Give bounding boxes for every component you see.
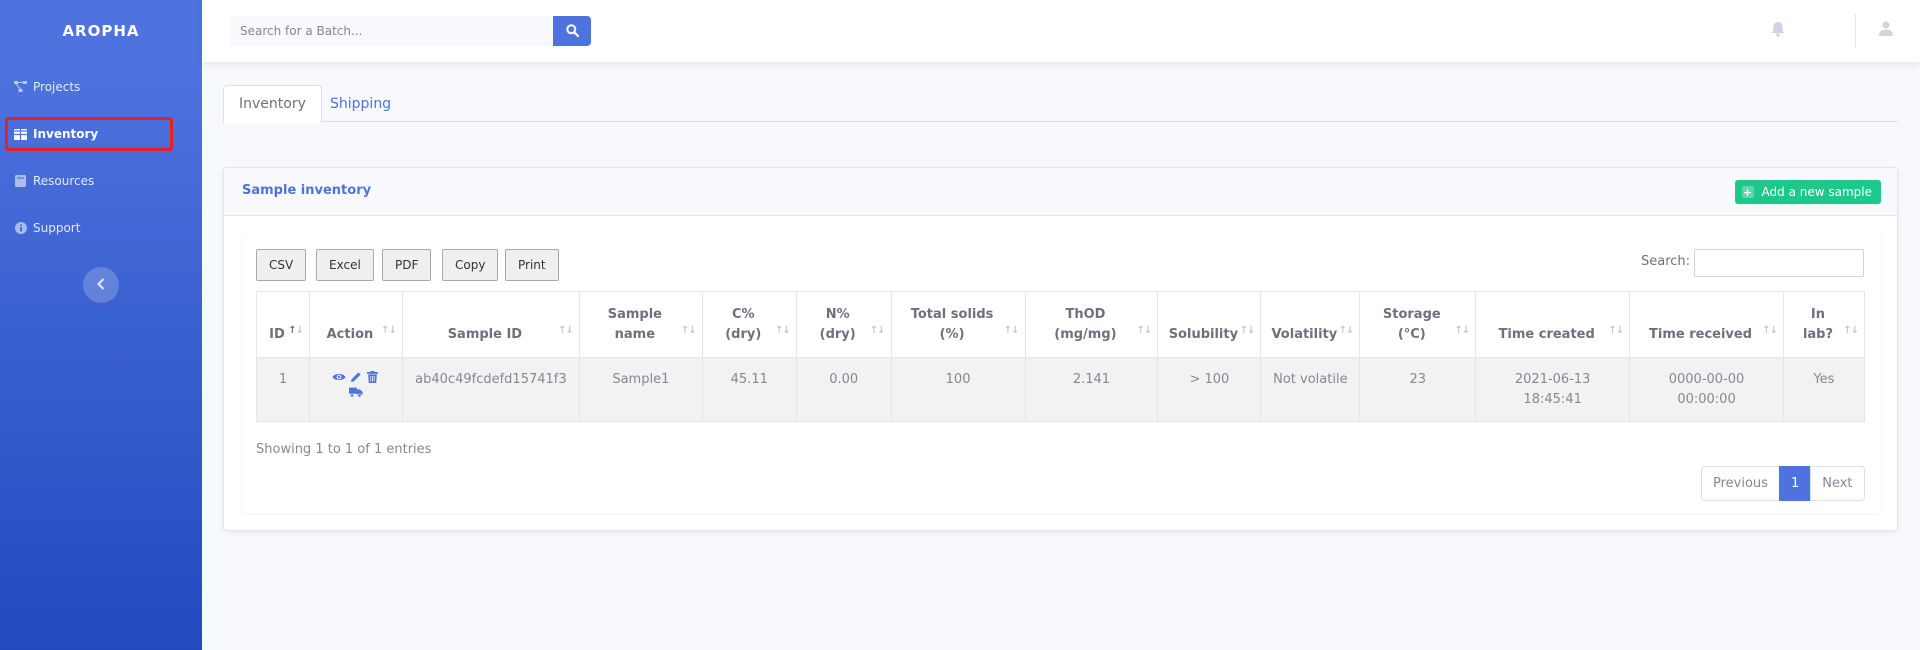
sidebar-item-label: Resources [33,174,95,188]
column-header-n-dry[interactable]: N% (dry) ↑↓ [795,291,892,358]
topbar [202,0,1920,62]
tab-inventory[interactable]: Inventory [223,85,322,123]
csv-button[interactable]: CSV [256,249,307,281]
add-sample-label: Add a new sample [1761,185,1872,199]
sidebar-item-support[interactable]: Support [14,221,80,235]
eye-icon[interactable] [332,370,346,384]
pagination-previous[interactable]: Previous [1701,466,1780,501]
pencil-icon[interactable] [349,370,363,384]
topbar-divider [1855,14,1856,48]
table-search-label: Search: [1641,254,1691,269]
sidebar-item-projects[interactable]: Projects [14,80,80,94]
table-info: Showing 1 to 1 of 1 entries [256,442,432,457]
sample-inventory-card: Sample inventory + Add a new sample CSV … [223,167,1898,531]
pagination: Previous 1 Next [1701,466,1865,501]
column-header-in-lab[interactable]: In lab? ↑↓ [1782,291,1866,358]
sort-icon: ↑↓ [1003,325,1020,336]
cell-n-dry: 0.00 [795,357,892,422]
excel-button[interactable]: Excel [316,249,374,281]
cell-sample-id: ab40c49fcdefd15741f3 [401,357,580,422]
sort-icon: ↑↓ [381,325,397,336]
batch-search [230,16,591,46]
table-header-row: ID ↑↓ Action ↑↓ Sample ID ↑↓ Sample name ↑↓ C… [256,291,1866,358]
tab-shipping[interactable]: Shipping [315,85,406,122]
pagination-next[interactable]: Next [1810,466,1865,501]
sidebar-item-label: Projects [33,80,81,94]
column-header-total-solids[interactable]: Total solids (%) ↑↓ [890,291,1026,358]
inventory-tabs: Inventory Shipping [223,85,1898,123]
sort-icon: ↑↓ [774,325,791,336]
sidebar: AROPHA Projects Inventory Resources Supp… [0,0,202,650]
cell-total-solids: 100 [890,357,1026,422]
column-header-time-created[interactable]: Time created ↑↓ [1475,291,1631,358]
chevron-left-icon [97,276,105,294]
datatable-wrapper: CSV Excel PDF Copy Print Search: ID ↑↓ Ac… [242,234,1881,513]
column-header-thod[interactable]: ThOD (mg/mg) ↑↓ [1024,291,1159,358]
add-sample-button[interactable]: + Add a new sample [1734,180,1881,204]
inventory-table: ID ↑↓ Action ↑↓ Sample ID ↑↓ Sample name ↑↓ C… [256,291,1866,422]
sidebar-item-resources[interactable]: Resources [14,174,94,188]
project-diagram-icon [14,81,27,93]
sort-icon: ↑↓ [1454,325,1470,336]
sort-icon: ↑↓ [1136,325,1153,336]
book-icon [14,175,27,187]
sidebar-item-label: Support [33,221,81,235]
card-header: Sample inventory + Add a new sample [224,168,1897,216]
cell-actions [308,357,403,422]
pagination-page-1[interactable]: 1 [1778,466,1812,501]
sidebar-toggle-button[interactable] [83,267,119,303]
sort-ascending-icon: ↑↓ [288,325,304,336]
sort-icon: ↑↓ [869,325,886,336]
truck-icon[interactable] [348,385,363,399]
user-icon[interactable] [1879,21,1897,41]
pdf-button[interactable]: PDF [382,249,432,281]
search-icon [565,22,579,41]
column-header-sample-name[interactable]: Sample name ↑↓ [578,291,703,358]
active-item-highlight [5,117,173,151]
column-header-id[interactable]: ID ↑↓ [256,291,310,358]
trash-icon[interactable] [366,370,380,384]
sort-icon: ↑↓ [1239,325,1256,336]
cell-c-dry: 45.11 [701,357,797,422]
table-row: 1 ab40c49fcdefd15741f3 Sample1 45.11 0.0… [256,357,1866,422]
plus-icon: + [1741,185,1754,199]
column-header-solubility[interactable]: Solubility ↑↓ [1157,291,1262,358]
batch-search-button[interactable] [553,16,591,46]
cell-time-created: 2021-06-13 18:45:41 [1475,357,1631,422]
sort-icon: ↑↓ [1338,325,1355,336]
batch-search-input[interactable] [230,16,553,46]
sort-icon: ↑↓ [1608,325,1624,336]
cell-solubility: > 100 [1157,357,1262,422]
copy-button[interactable]: Copy [442,249,499,281]
column-header-time-received[interactable]: Time received ↑↓ [1629,291,1784,358]
column-header-volatility[interactable]: Volatility ↑↓ [1260,291,1361,358]
column-header-storage[interactable]: Storage (°C) ↑↓ [1359,291,1477,358]
column-header-c-dry[interactable]: C% (dry) ↑↓ [701,291,797,358]
bell-icon[interactable] [1771,21,1789,41]
sort-icon: ↑↓ [1762,325,1778,336]
cell-id: 1 [256,357,310,422]
column-header-action[interactable]: Action ↑↓ [308,291,403,358]
cell-in-lab: Yes [1782,357,1866,422]
print-button[interactable]: Print [505,249,559,281]
cell-storage: 23 [1359,357,1477,422]
cell-sample-name: Sample1 [578,357,703,422]
sort-icon: ↑↓ [558,325,574,336]
column-header-sample-id[interactable]: Sample ID ↑↓ [401,291,580,358]
sort-icon: ↑↓ [681,325,697,336]
brand-logo[interactable]: AROPHA [0,0,202,62]
sort-icon: ↑↓ [1843,325,1859,336]
table-search-input[interactable] [1694,249,1864,277]
cell-thod: 2.141 [1024,357,1159,422]
info-circle-icon [14,222,27,234]
card-title: Sample inventory [242,183,372,198]
cell-time-received: 0000-00-00 00:00:00 [1629,357,1784,422]
cell-volatility: Not volatile [1260,357,1361,422]
